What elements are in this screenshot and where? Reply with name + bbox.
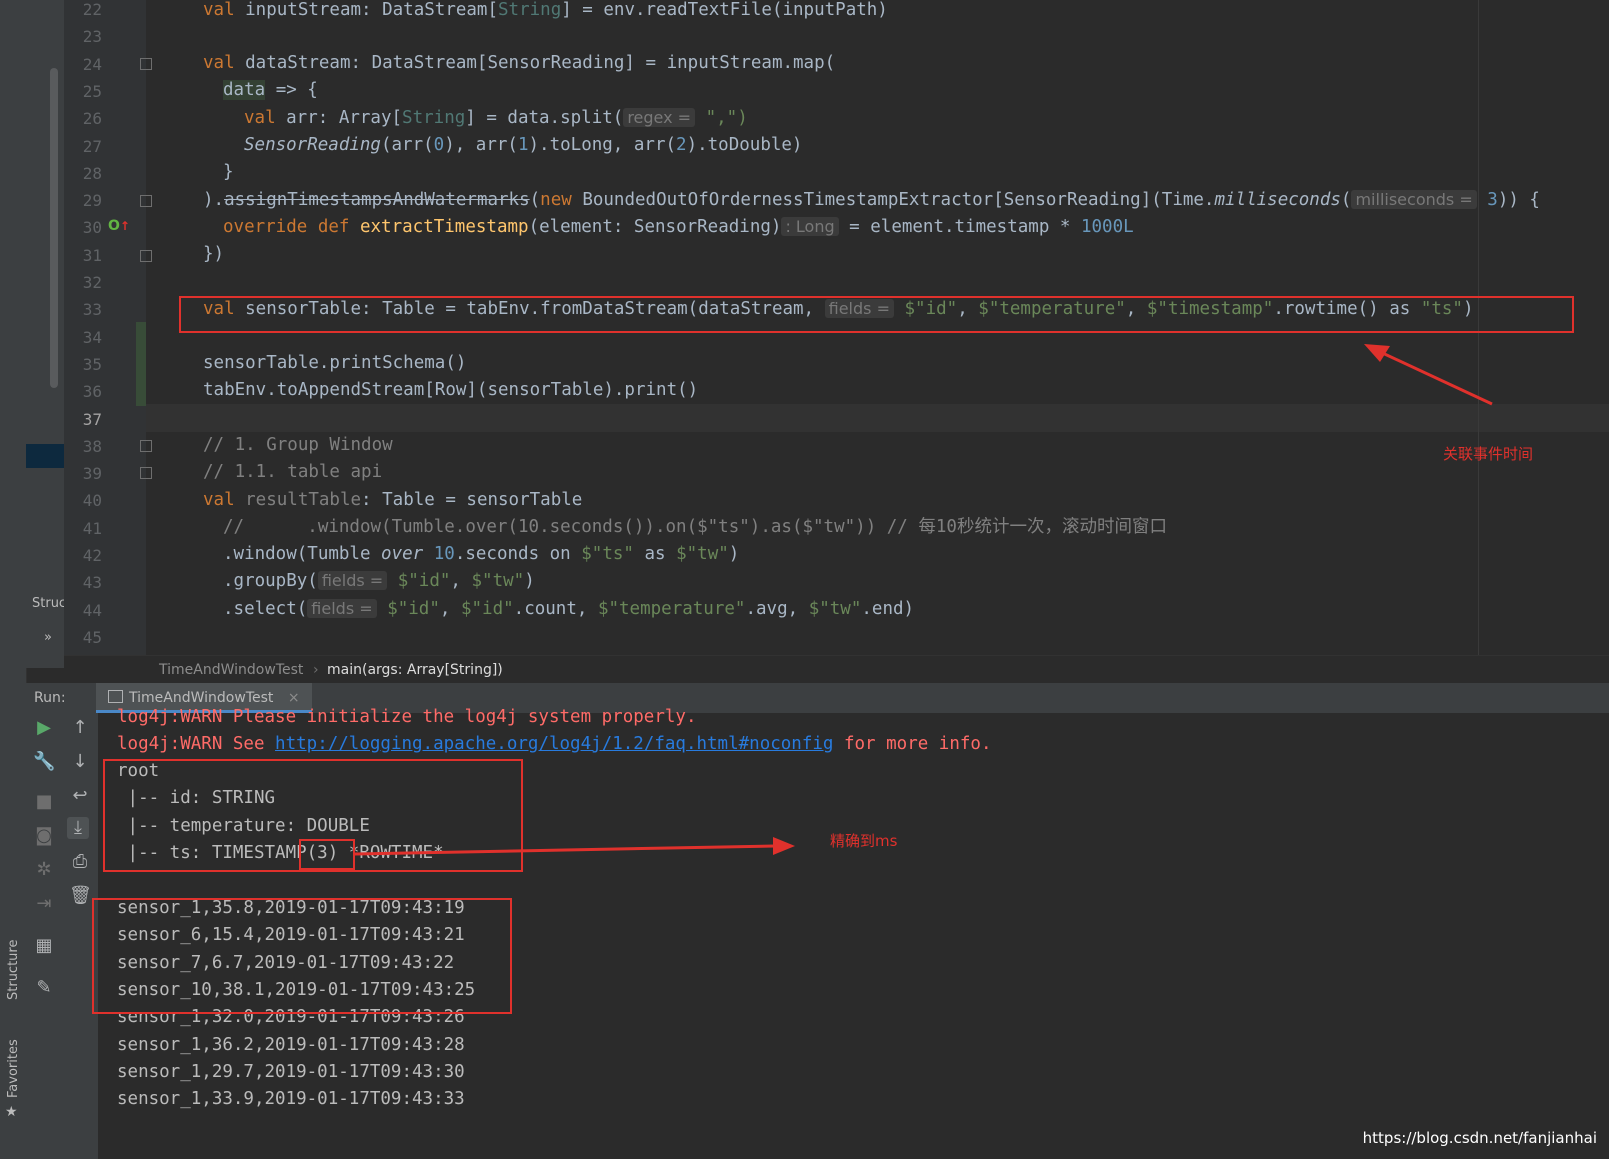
arrow-up-icon[interactable]: ↑ (69, 717, 91, 739)
side-tab-favorites[interactable]: Favorites (6, 1039, 21, 1098)
layout-icon[interactable]: ▦ (33, 935, 55, 957)
console-row: sensor_1,33.9,2019-01-17T09:43:33 (117, 1089, 465, 1110)
code-line-24[interactable]: val dataStream: DataStream[SensorReading… (203, 49, 835, 77)
sensor-table-highlight-box (179, 296, 1574, 333)
line-number: 28 (82, 163, 102, 183)
vcs-change-marker (136, 322, 146, 406)
override-method-icon[interactable]: O↑ (108, 218, 130, 234)
trash-icon[interactable]: 🗑 (69, 885, 92, 907)
code-line-41[interactable]: // .window(Tumble.over(10.seconds()).on(… (223, 513, 1167, 541)
code-line-36[interactable]: tabEnv.toAppendStream[Row](sensorTable).… (203, 376, 698, 404)
fold-icon[interactable] (140, 195, 152, 207)
stop-icon[interactable]: ■ (33, 791, 55, 813)
wrench-icon[interactable]: 🔧 (33, 751, 55, 773)
code-line-35[interactable]: sensorTable.printSchema() (203, 349, 466, 377)
login-icon[interactable]: ⇥ (33, 893, 55, 915)
annotation-arrow-ms (355, 837, 795, 856)
line-number: 29 (82, 191, 102, 211)
fold-icon[interactable] (140, 467, 152, 479)
pin-icon[interactable]: ✎ (33, 977, 55, 999)
annotation-ms: 精确到ms (830, 832, 898, 850)
line-number: 40 (82, 491, 102, 511)
rows-highlight-box (92, 898, 512, 1014)
run-toolbar-left: ▶ 🔧 ■ ◙ ✲ ⇥ ▦ ✎ (26, 713, 62, 1159)
line-number: 39 (82, 464, 102, 484)
code-line-22[interactable]: val inputStream: DataStream[String] = en… (203, 0, 888, 24)
breadcrumb-item-class[interactable]: TimeAndWindowTest (159, 656, 303, 684)
line-number: 34 (82, 327, 102, 347)
console-row: sensor_1,36.2,2019-01-17T09:43:28 (117, 1034, 465, 1055)
console-row: sensor_1,29.7,2019-01-17T09:43:30 (117, 1061, 465, 1082)
bug-settings-icon[interactable]: ✲ (33, 859, 55, 881)
annotation-event-time: 关联事件时间 (1443, 445, 1534, 463)
line-number: 37 (82, 409, 102, 429)
star-icon[interactable]: ★ (5, 1104, 18, 1120)
print-icon[interactable]: ⎙ (69, 851, 91, 873)
run-config-icon (108, 690, 123, 703)
annotation-arrow-event-time (1364, 344, 1493, 406)
code-line-43[interactable]: .groupBy(fields = $"id", $"tw") (223, 567, 535, 595)
line-number: 23 (82, 27, 102, 47)
code-line-44[interactable]: .select(fields = $"id", $"id".count, $"t… (223, 595, 914, 623)
rerun-icon[interactable]: ▶ (33, 717, 55, 739)
run-label: Run: (34, 690, 66, 706)
line-number: 36 (82, 382, 102, 402)
line-number: 26 (82, 109, 102, 129)
line-number: 24 (82, 54, 102, 74)
console-warn-2: log4j:WARN See http://logging.apache.org… (117, 734, 992, 754)
line-number: 31 (82, 245, 102, 265)
line-number: 42 (82, 546, 102, 565)
structure-panel: Struc » (26, 0, 66, 668)
breadcrumb-item-method[interactable]: main(args: Array[String]) (327, 656, 503, 684)
breadcrumb: TimeAndWindowTest › main(args: Array[Str… (64, 655, 1609, 684)
code-line-40[interactable]: val resultTable: Table = sensorTable (203, 486, 582, 514)
structure-selection (26, 444, 64, 468)
line-number: 32 (82, 273, 102, 292)
code-line-38[interactable]: // 1. Group Window (203, 431, 393, 459)
code-line-29[interactable]: ).assignTimestampsAndWatermarks(new Boun… (203, 186, 1540, 214)
breadcrumb-separator-icon: › (313, 662, 319, 678)
log4j-faq-link[interactable]: http://logging.apache.org/log4j/1.2/faq.… (275, 734, 833, 754)
code-line-27[interactable]: SensorReading(arr(0), arr(1).toLong, arr… (244, 131, 802, 159)
line-number: 43 (82, 573, 102, 593)
expand-chevron-icon[interactable]: » (44, 630, 52, 645)
line-number: 35 (82, 354, 102, 374)
soft-wrap-icon[interactable]: ↩ (69, 785, 91, 807)
fold-icon[interactable] (140, 58, 152, 70)
line-number: 25 (82, 81, 102, 101)
timestamp-precision-box (299, 839, 355, 870)
code-line-39[interactable]: // 1.1. table api (203, 458, 382, 486)
code-line-26[interactable]: val arr: Array[String] = data.split(rege… (244, 104, 748, 132)
arrow-down-icon[interactable]: ↓ (69, 751, 91, 773)
fold-icon[interactable] (140, 440, 152, 452)
code-line-42[interactable]: .window(Tumble over 10.seconds on $"ts" … (223, 540, 739, 568)
line-number: 27 (82, 136, 102, 156)
watermark: https://blog.csdn.net/fanjianhai (1362, 1129, 1597, 1147)
line-number: 22 (82, 0, 102, 19)
side-tab-structure[interactable]: Structure (6, 940, 21, 1000)
console-warn-1: log4j:WARN Please initialize the log4j s… (117, 707, 697, 727)
structure-scrollbar[interactable] (50, 68, 58, 388)
fold-icon[interactable] (140, 250, 152, 262)
line-number: 38 (82, 436, 102, 456)
code-line-30[interactable]: override def extractTimestamp(element: S… (223, 213, 1134, 241)
code-line-31[interactable]: }) (203, 240, 224, 268)
code-line-28[interactable]: } (223, 158, 234, 186)
line-number: 45 (82, 627, 102, 647)
scroll-to-end-icon[interactable]: ⤓ (67, 817, 89, 839)
line-number: 30 (82, 218, 102, 238)
line-number: 33 (82, 300, 102, 320)
structure-tab-label[interactable]: Struc (32, 596, 66, 611)
code-line-25[interactable]: data => { (223, 76, 318, 104)
camera-icon[interactable]: ◙ (33, 825, 55, 847)
line-number: 44 (82, 600, 102, 620)
line-number: 41 (82, 518, 102, 538)
